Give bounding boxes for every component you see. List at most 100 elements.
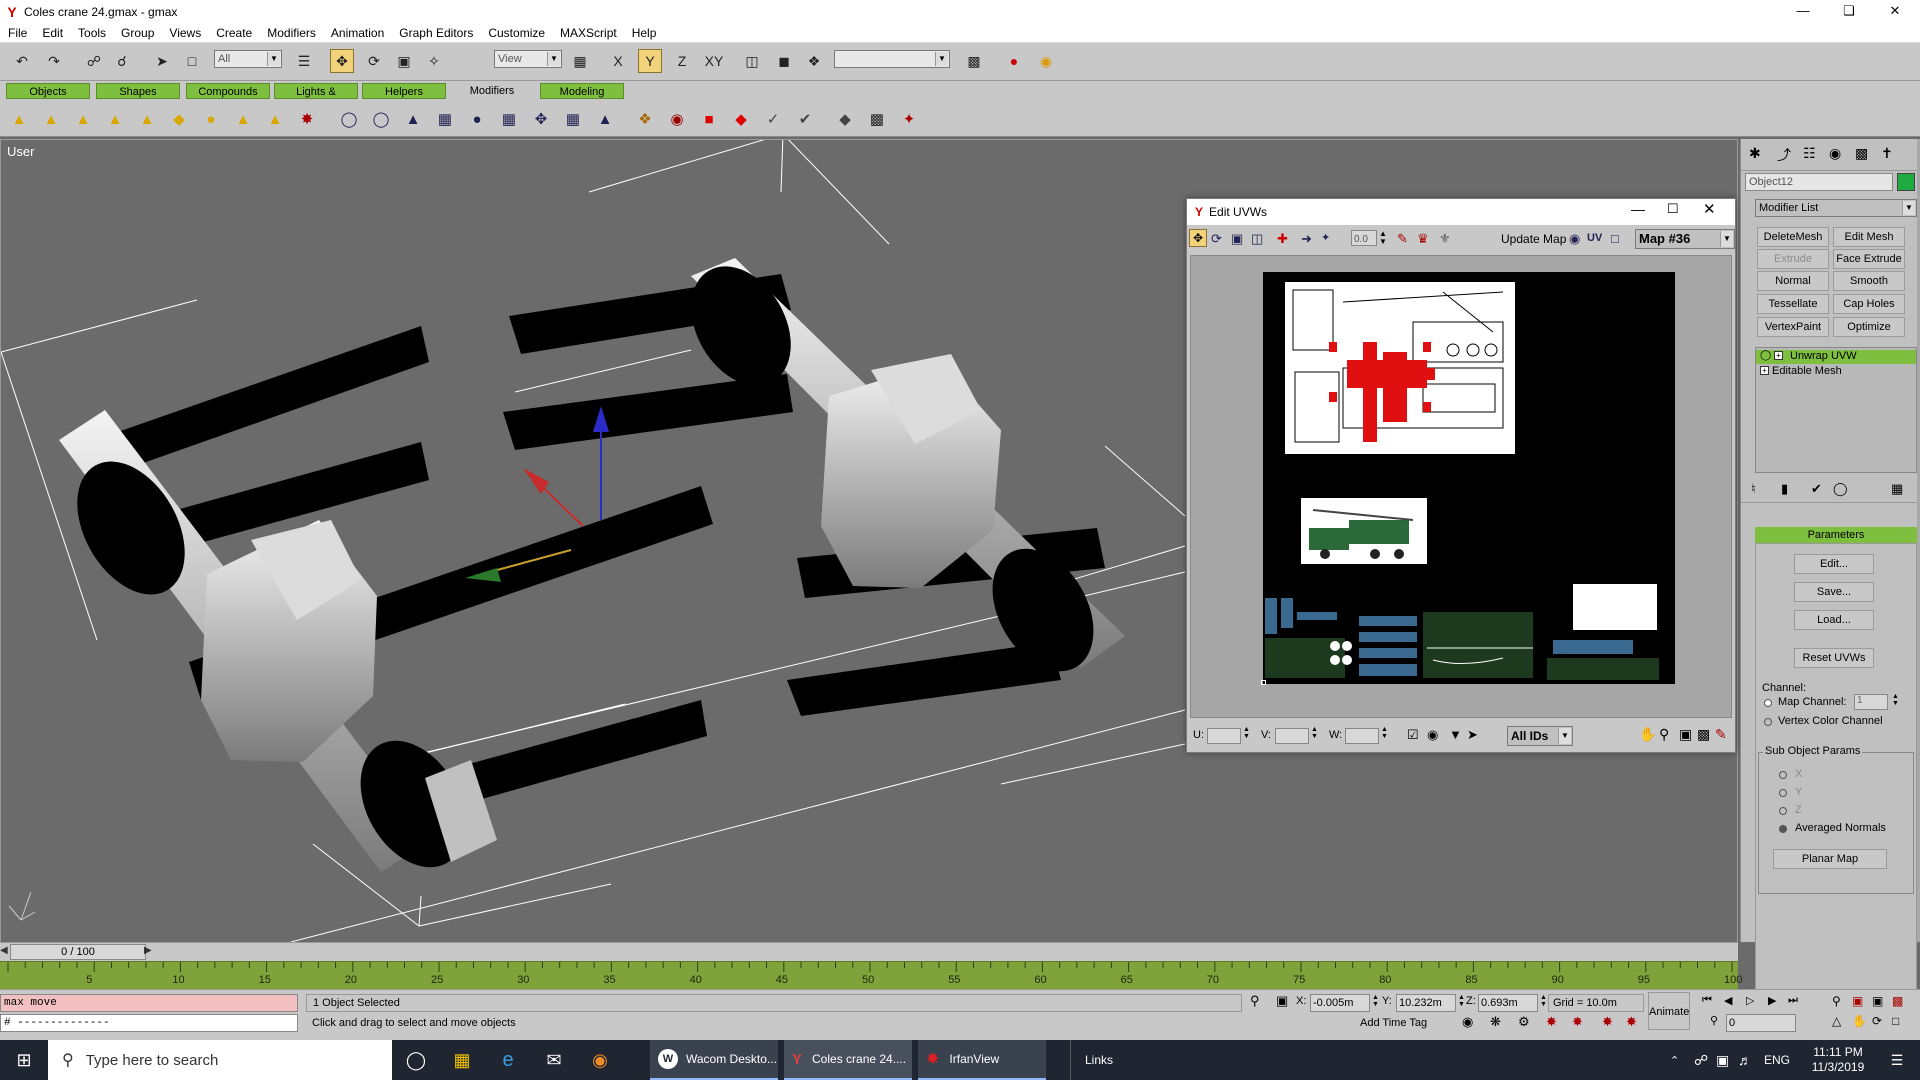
configure-sets-icon[interactable]: ▦ <box>1891 481 1903 497</box>
firefox-icon[interactable]: ◉ <box>578 1040 622 1080</box>
make-unique-icon[interactable]: ✔ <box>1811 481 1822 497</box>
axis-x-icon[interactable]: X <box>606 49 630 73</box>
clock[interactable]: 11:11 PM 11/3/2019 <box>1800 1040 1876 1080</box>
absolute-mode-icon[interactable]: ▣ <box>1276 993 1288 1009</box>
map-channel-field[interactable]: 1 <box>1854 694 1888 710</box>
uv-pan-icon[interactable]: ➜ <box>1301 231 1312 247</box>
tab-shapes[interactable]: Shapes <box>96 83 180 99</box>
named-selection-dropdown[interactable]: ▼ <box>834 50 950 68</box>
ids-select-dropdown[interactable]: All IDs ▼ <box>1507 726 1573 746</box>
z-coord-field[interactable]: 0.693m <box>1478 994 1538 1012</box>
pivot-center-icon[interactable]: ▦ <box>568 49 592 73</box>
mail-icon[interactable]: ✉ <box>532 1040 576 1080</box>
filter-select-icon[interactable]: ➤ <box>1467 727 1478 743</box>
maximize-icon[interactable]: ☐ <box>1667 201 1679 217</box>
spinner-snap-icon[interactable]: ✸ <box>1546 1014 1557 1030</box>
axis-z-icon[interactable]: Z <box>670 49 694 73</box>
material-modifier-icon[interactable]: ■ <box>698 108 720 130</box>
language-indicator[interactable]: ENG <box>1764 1040 1794 1080</box>
axis-y-icon[interactable]: Y <box>638 49 662 73</box>
pin-stack-icon[interactable]: ♮ <box>1751 481 1756 497</box>
track-view-icon[interactable]: ▩ <box>962 49 986 73</box>
zoom-viewport-icon[interactable]: ⚲ <box>1832 994 1841 1008</box>
fov-icon[interactable]: △ <box>1832 1014 1841 1028</box>
uv-filter-icon[interactable]: ⚜ <box>1439 231 1451 247</box>
expand-icon[interactable]: + <box>1760 366 1769 375</box>
store-icon[interactable]: ▦ <box>440 1040 484 1080</box>
notifications-icon[interactable]: ☰ <box>1882 1040 1912 1080</box>
edit-normals-modifier-icon[interactable]: ✔ <box>794 108 816 130</box>
animate-button[interactable]: Animate <box>1648 992 1690 1030</box>
tab-modifiers[interactable]: Modifiers <box>450 83 534 99</box>
go-to-end-icon[interactable]: ⏭ <box>1788 994 1798 1007</box>
cap-holes-button[interactable]: Cap Holes <box>1833 294 1905 314</box>
next-frame-icon[interactable]: ▶ <box>1768 994 1776 1007</box>
volume-icon[interactable]: ♬ <box>1738 1040 1758 1080</box>
zoom-extents-icon[interactable]: ▩ <box>1697 726 1710 743</box>
select-manipulate-icon[interactable]: ✧ <box>422 49 446 73</box>
utilities-tab-icon[interactable]: ✝ <box>1881 145 1893 162</box>
normal-modifier-icon[interactable]: ✓ <box>762 108 784 130</box>
material-icon[interactable]: ❖ <box>802 49 826 73</box>
spinner-arrows-icon[interactable]: ▲ ▼ <box>1540 994 1547 1008</box>
v-field[interactable] <box>1275 728 1309 744</box>
update-map-button[interactable]: Update Map <box>1501 232 1566 246</box>
y-coord-field[interactable]: 10.232m <box>1396 994 1456 1012</box>
time-slider[interactable]: ◀ 0 / 100 ▶ <box>0 943 1738 961</box>
hierarchy-tab-icon[interactable]: ☷ <box>1803 145 1816 162</box>
pan-hand-icon[interactable]: ✋ <box>1639 726 1656 743</box>
edit-mesh-button[interactable]: Edit Mesh <box>1833 227 1905 247</box>
optimize-button[interactable]: Optimize <box>1833 317 1905 337</box>
uvw-canvas[interactable] <box>1190 255 1732 718</box>
mesh-select-modifier-icon[interactable]: ▲ <box>402 108 424 130</box>
uv-texture-map[interactable] <box>1263 272 1675 684</box>
vertex-color-radio[interactable] <box>1764 718 1772 726</box>
time-next-icon[interactable]: ▶ <box>144 945 152 956</box>
show-hidden-icons[interactable]: ⌃ <box>1670 1040 1690 1080</box>
tab-lights-cameras[interactable]: Lights & Cameras <box>274 83 358 114</box>
uv-rotate-icon[interactable]: ⟳ <box>1211 231 1222 247</box>
xform-modifier-icon[interactable]: ✥ <box>530 108 552 130</box>
uvw-map-modifier-icon[interactable]: ◉ <box>666 108 688 130</box>
pan-icon[interactable]: ✋ <box>1852 1014 1867 1028</box>
display-tab-icon[interactable]: ▩ <box>1855 145 1868 162</box>
spinner-arrows-icon[interactable]: ▲ ▼ <box>1243 726 1250 740</box>
uv-options-icon[interactable]: ✎ <box>1715 726 1727 743</box>
normal-button[interactable]: Normal <box>1757 271 1829 291</box>
uv-move-icon[interactable]: ✥ <box>1189 229 1207 247</box>
zoom-icon[interactable]: ⚲ <box>1659 726 1669 743</box>
rgb-icon[interactable]: ✦ <box>898 108 920 130</box>
current-frame-field[interactable]: 0 <box>1726 1014 1796 1032</box>
planar-map-button[interactable]: Planar Map <box>1773 849 1887 869</box>
key-mode-icon[interactable]: ✸ <box>1572 1014 1583 1030</box>
uv-mirror-icon[interactable]: ◫ <box>1251 231 1263 247</box>
averaged-normals-radio[interactable] <box>1779 825 1787 833</box>
face-extrude-button[interactable]: Face Extrude <box>1833 249 1905 269</box>
edit-uvws-window[interactable]: Y Edit UVWs — ☐ ✕ ✥ ⟳ ▣ ◫ ✚ ➜ ✦ 0.0 ▲ ▼ ✎… <box>1186 198 1736 753</box>
arc-rotate-icon[interactable]: ⟳ <box>1872 1014 1882 1028</box>
axis-y-radio[interactable] <box>1779 789 1787 797</box>
menu-tools[interactable]: Tools <box>70 26 113 40</box>
bend-modifier-icon[interactable]: ▲ <box>8 108 30 130</box>
scale-icon[interactable]: ▣ <box>392 49 416 73</box>
smooth-button[interactable]: Smooth <box>1833 271 1905 291</box>
menu-create[interactable]: Create <box>208 26 259 40</box>
twist-modifier-icon[interactable]: ▲ <box>72 108 94 130</box>
squeeze-modifier-icon[interactable]: ◆ <box>168 108 190 130</box>
stack-item-editable-mesh[interactable]: + Editable Mesh <box>1756 365 1916 379</box>
axis-x-radio[interactable] <box>1779 771 1787 779</box>
teapot-icon[interactable]: ◆ <box>834 108 856 130</box>
load-button[interactable]: Load... <box>1794 610 1874 630</box>
menu-graph-editors[interactable]: Graph Editors <box>391 26 480 40</box>
set-key-icon[interactable]: ✸ <box>1602 1014 1613 1030</box>
uv-display-icon[interactable]: □ <box>1611 231 1619 246</box>
snap-toggle-icon[interactable]: ◉ <box>1462 1014 1473 1030</box>
ripple-modifier-icon[interactable]: ▲ <box>264 108 286 130</box>
uv-mode-button[interactable]: UV <box>1587 232 1602 244</box>
lock-icon[interactable]: ⚲ <box>1250 993 1260 1009</box>
links-toolbar[interactable]: Links <box>1070 1040 1130 1080</box>
time-slider-thumb[interactable]: 0 / 100 <box>10 944 146 960</box>
grid-modifier-icon[interactable]: ▦ <box>562 108 584 130</box>
go-to-start-icon[interactable]: ⏮ <box>1702 994 1712 1007</box>
menu-help[interactable]: Help <box>624 26 664 40</box>
